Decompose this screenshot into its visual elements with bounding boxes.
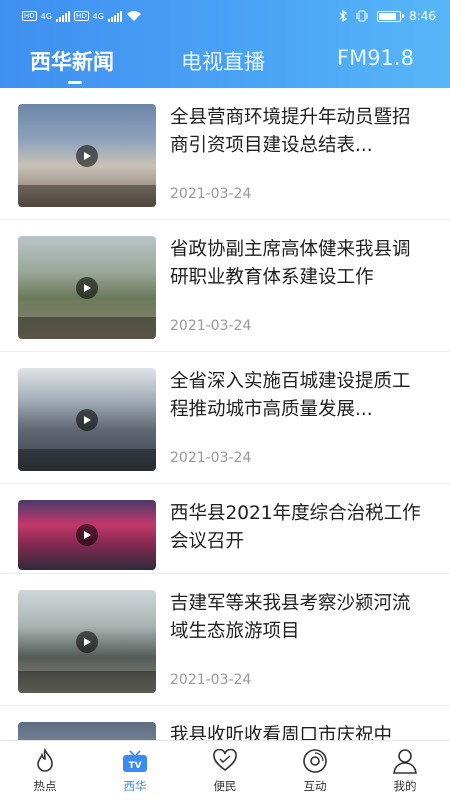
news-list[interactable]: 全县营商环境提升年动员暨招商引资项目建设总结表... 2021-03-24 省政… [0, 88, 450, 740]
network-label-2: 4G [92, 11, 104, 21]
app-header: HD 4G HD 4G 8:46 西华新闻 电视直播 FM91.8 [0, 0, 450, 88]
flame-icon [31, 747, 59, 775]
nav-hot[interactable]: 热点 [0, 741, 90, 800]
news-item[interactable]: 省政协副主席高体健来我县调研职业教育体系建设工作 2021-03-24 [0, 220, 450, 352]
news-date: 2021-03-24 [170, 318, 252, 334]
signal-icon [107, 10, 122, 22]
nav-mine[interactable]: 我的 [360, 741, 450, 800]
tab-fm[interactable]: FM91.8 [337, 46, 414, 70]
hd-badge: HD [22, 11, 37, 21]
hd-badge-2: HD [73, 11, 89, 21]
nav-label: 热点 [33, 779, 57, 793]
thumbnail-caption-bar [18, 317, 156, 339]
news-thumbnail[interactable] [18, 104, 156, 207]
thumbnail-image [18, 722, 156, 740]
bluetooth-icon [339, 10, 347, 22]
thumbnail-caption-bar [18, 185, 156, 207]
news-date: 2021-03-24 [170, 186, 252, 202]
play-icon[interactable] [76, 524, 98, 546]
news-title[interactable]: 吉建军等来我县考察沙颍河流域生态旅游项目 [170, 590, 428, 646]
svg-text:TV: TV [128, 761, 141, 771]
news-title[interactable]: 省政协副主席高体健来我县调研职业教育体系建设工作 [170, 236, 428, 292]
network-label-1: 4G [40, 11, 52, 21]
news-item[interactable]: 全县营商环境提升年动员暨招商引资项目建设总结表... 2021-03-24 [0, 88, 450, 220]
news-thumbnail[interactable] [18, 368, 156, 471]
news-thumbnail[interactable] [18, 236, 156, 339]
news-date: 2021-03-24 [170, 672, 252, 688]
nav-label: 西华 [123, 779, 147, 793]
news-title[interactable]: 全县营商环境提升年动员暨招商引资项目建设总结表... [170, 104, 428, 160]
news-item[interactable]: 全省深入实施百城建设提质工程推动城市高质量发展... 2021-03-24 [0, 352, 450, 484]
heart-icon [211, 747, 239, 775]
play-icon[interactable] [76, 144, 98, 167]
disc-icon [301, 747, 329, 775]
person-icon [391, 747, 419, 775]
nav-xihua[interactable]: TV 西华 [90, 741, 180, 800]
news-thumbnail[interactable] [18, 590, 156, 693]
nav-convenience[interactable]: 便民 [180, 741, 270, 800]
tab-xihua-news[interactable]: 西华新闻 [30, 46, 114, 76]
thumbnail-caption-bar [18, 449, 156, 471]
status-right: 8:46 [339, 9, 436, 23]
thumbnail-caption-bar [18, 671, 156, 693]
nav-label: 我的 [393, 779, 417, 793]
nav-label: 互动 [303, 779, 327, 793]
news-thumbnail[interactable] [18, 722, 156, 740]
nav-label: 便民 [213, 779, 237, 793]
news-title[interactable]: 全省深入实施百城建设提质工程推动城市高质量发展... [170, 368, 428, 424]
status-bar: HD 4G HD 4G 8:46 [0, 0, 450, 32]
top-tabs: 西华新闻 电视直播 FM91.8 [0, 36, 450, 88]
vibrate-icon [356, 10, 368, 22]
bottom-nav: 热点 TV 西华 便民 互动 我的 [0, 740, 450, 800]
tab-indicator [68, 81, 82, 84]
signal-icon [55, 10, 70, 22]
news-item[interactable]: 西华县2021年度综合治税工作会议召开 [0, 484, 450, 574]
nav-interact[interactable]: 互动 [270, 741, 360, 800]
news-item[interactable]: 我县收听收看周口市庆祝中 [0, 706, 450, 740]
play-icon[interactable] [76, 630, 98, 653]
play-icon[interactable] [76, 276, 98, 299]
news-date: 2021-03-24 [170, 450, 252, 466]
signal-group: HD 4G HD 4G [22, 10, 142, 22]
news-title[interactable]: 我县收听收看周口市庆祝中 [170, 722, 428, 740]
news-thumbnail[interactable] [18, 500, 156, 570]
news-title[interactable]: 西华县2021年度综合治税工作会议召开 [170, 500, 428, 556]
tv-icon: TV [121, 747, 149, 775]
news-item[interactable]: 吉建军等来我县考察沙颍河流域生态旅游项目 2021-03-24 [0, 574, 450, 706]
play-icon[interactable] [76, 408, 98, 431]
tab-tv-live[interactable]: 电视直播 [181, 46, 265, 76]
battery-icon [377, 10, 405, 22]
clock: 8:46 [409, 9, 436, 23]
wifi-icon [126, 11, 141, 21]
